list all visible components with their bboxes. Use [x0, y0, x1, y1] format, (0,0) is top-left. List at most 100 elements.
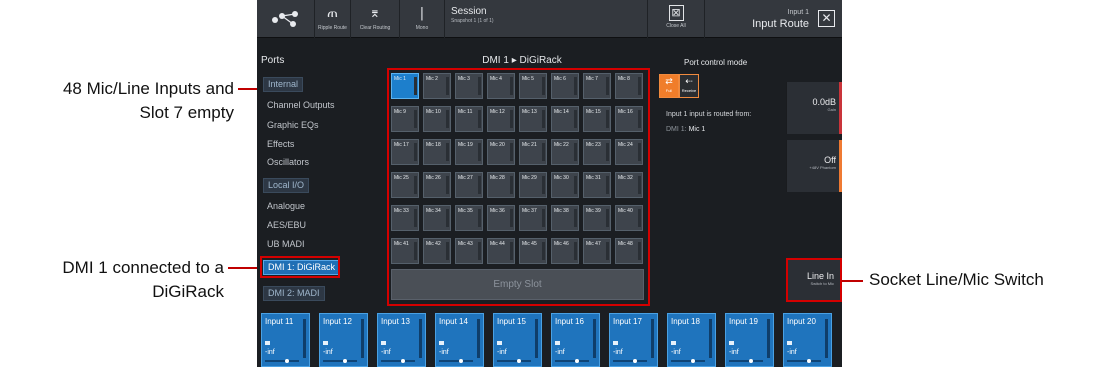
mic-tile[interactable]: Mic 20 [487, 139, 515, 165]
mic-tile[interactable]: Mic 30 [551, 172, 579, 198]
mic-tile[interactable]: Mic 41 [391, 238, 419, 264]
mic-tile[interactable]: Mic 28 [487, 172, 515, 198]
mic-tile[interactable]: Mic 9 [391, 106, 419, 132]
close-all-button[interactable]: ⊠ Close All [647, 0, 705, 38]
channel-fader-track[interactable] [555, 360, 589, 362]
mic-tile[interactable]: Mic 44 [487, 238, 515, 264]
mic-tile[interactable]: Mic 21 [519, 139, 547, 165]
routing-home-button[interactable] [257, 0, 315, 38]
mic-tile[interactable]: Mic 35 [455, 205, 483, 231]
port-item-ub-madi[interactable]: UB MADI [267, 239, 305, 249]
mic-tile[interactable]: Mic 10 [423, 106, 451, 132]
session-info[interactable]: Session Snapshot 1 (1 of 1) [447, 0, 647, 38]
mic-tile[interactable]: Mic 16 [615, 106, 643, 132]
mic-tile[interactable]: Mic 47 [583, 238, 611, 264]
mono-button[interactable]: | Mono [400, 0, 445, 38]
port-item-oscillators[interactable]: Oscillators [267, 157, 309, 167]
channel-fader-track[interactable] [613, 360, 647, 362]
channel-fader-handle[interactable] [575, 359, 579, 363]
mic-tile[interactable]: Mic 13 [519, 106, 547, 132]
port-item-channel-outputs[interactable]: Channel Outputs [267, 100, 335, 110]
mic-tile[interactable]: Mic 7 [583, 73, 611, 99]
mic-tile[interactable]: Mic 3 [455, 73, 483, 99]
mic-tile[interactable]: Mic 17 [391, 139, 419, 165]
mic-tile[interactable]: Mic 33 [391, 205, 419, 231]
channel-fader-handle[interactable] [401, 359, 405, 363]
mic-tile[interactable]: Mic 23 [583, 139, 611, 165]
mic-tile[interactable]: Mic 34 [423, 205, 451, 231]
mic-tile[interactable]: Mic 12 [487, 106, 515, 132]
mic-tile[interactable]: Mic 24 [615, 139, 643, 165]
channel-strip[interactable]: Input 18 -inf [667, 313, 716, 367]
mic-tile[interactable]: Mic 27 [455, 172, 483, 198]
channel-fader-handle[interactable] [343, 359, 347, 363]
channel-strip[interactable]: Input 16 -inf [551, 313, 600, 367]
channel-fader-track[interactable] [381, 360, 415, 362]
mic-tile[interactable]: Mic 8 [615, 73, 643, 99]
channel-fader-handle[interactable] [691, 359, 695, 363]
mic-tile[interactable]: Mic 6 [551, 73, 579, 99]
channel-fader-track[interactable] [729, 360, 763, 362]
channel-strip[interactable]: Input 14 -inf [435, 313, 484, 367]
mic-tile[interactable]: Mic 32 [615, 172, 643, 198]
mic-tile[interactable]: Mic 5 [519, 73, 547, 99]
port-item-analogue[interactable]: Analogue [267, 201, 305, 211]
channel-strip[interactable]: Input 12 -inf [319, 313, 368, 367]
mic-tile[interactable]: Mic 11 [455, 106, 483, 132]
mic-tile[interactable]: Mic 48 [615, 238, 643, 264]
channel-fader-track[interactable] [439, 360, 473, 362]
port-mode-full-button[interactable]: ⇄ Full [659, 74, 679, 98]
ripple-route-button[interactable]: ጠ Ripple Route [315, 0, 351, 38]
phantom-power-control[interactable]: Off +48V Phantom [786, 140, 842, 192]
mic-tile[interactable]: Mic 26 [423, 172, 451, 198]
channel-fader-handle[interactable] [459, 359, 463, 363]
mic-tile[interactable]: Mic 46 [551, 238, 579, 264]
channel-fader-track[interactable] [671, 360, 705, 362]
channel-strip[interactable]: Input 15 -inf [493, 313, 542, 367]
channel-fader-track[interactable] [497, 360, 531, 362]
ports-header-internal[interactable]: Internal [263, 77, 304, 92]
channel-fader-handle[interactable] [633, 359, 637, 363]
channel-strip[interactable]: Input 20 -inf [783, 313, 832, 367]
mic-tile[interactable]: Mic 15 [583, 106, 611, 132]
mic-tile[interactable]: Mic 29 [519, 172, 547, 198]
channel-strip[interactable]: Input 17 -inf [609, 313, 658, 367]
empty-slot-button[interactable]: Empty Slot [391, 269, 644, 300]
mic-tile[interactable]: Mic 36 [487, 205, 515, 231]
channel-fader-handle[interactable] [749, 359, 753, 363]
mic-tile[interactable]: Mic 43 [455, 238, 483, 264]
channel-strip[interactable]: Input 13 -inf [377, 313, 426, 367]
mic-tile[interactable]: Mic 38 [551, 205, 579, 231]
channel-fader-track[interactable] [323, 360, 357, 362]
channel-fader-track[interactable] [265, 360, 299, 362]
gain-control[interactable]: 0.0dB Gain [786, 82, 842, 134]
mic-tile[interactable]: Mic 22 [551, 139, 579, 165]
mic-tile[interactable]: Mic 19 [455, 139, 483, 165]
mic-tile[interactable]: Mic 39 [583, 205, 611, 231]
mic-tile[interactable]: Mic 14 [551, 106, 579, 132]
mic-tile[interactable]: Mic 4 [487, 73, 515, 99]
mic-tile[interactable]: Mic 2 [423, 73, 451, 99]
port-item-dmi2[interactable]: DMI 2: MADI [263, 286, 325, 301]
channel-fader-handle[interactable] [517, 359, 521, 363]
port-mode-receive-button[interactable]: ⇠ Receive [679, 74, 699, 98]
mic-tile[interactable]: Mic 1 [391, 73, 419, 99]
mic-tile[interactable]: Mic 18 [423, 139, 451, 165]
channel-fader-track[interactable] [787, 360, 821, 362]
ports-header-local-io[interactable]: Local I/O [263, 178, 310, 193]
port-item-graphic-eqs[interactable]: Graphic EQs [267, 120, 319, 130]
mic-tile[interactable]: Mic 45 [519, 238, 547, 264]
mic-tile[interactable]: Mic 42 [423, 238, 451, 264]
channel-strip[interactable]: Input 19 -inf [725, 313, 774, 367]
channel-fader-handle[interactable] [285, 359, 289, 363]
mic-tile[interactable]: Mic 37 [519, 205, 547, 231]
channel-strip[interactable]: Input 11 -inf [261, 313, 310, 367]
mic-tile[interactable]: Mic 40 [615, 205, 643, 231]
clear-routing-button[interactable]: ⌆ Clear Routing [351, 0, 400, 38]
channel-fader-handle[interactable] [807, 359, 811, 363]
line-mic-switch[interactable]: Line In Switch to Mic [786, 258, 842, 302]
port-item-effects[interactable]: Effects [267, 139, 294, 149]
port-item-aes-ebu[interactable]: AES/EBU [267, 220, 306, 230]
mic-tile[interactable]: Mic 31 [583, 172, 611, 198]
close-icon[interactable]: ✕ [818, 10, 835, 27]
